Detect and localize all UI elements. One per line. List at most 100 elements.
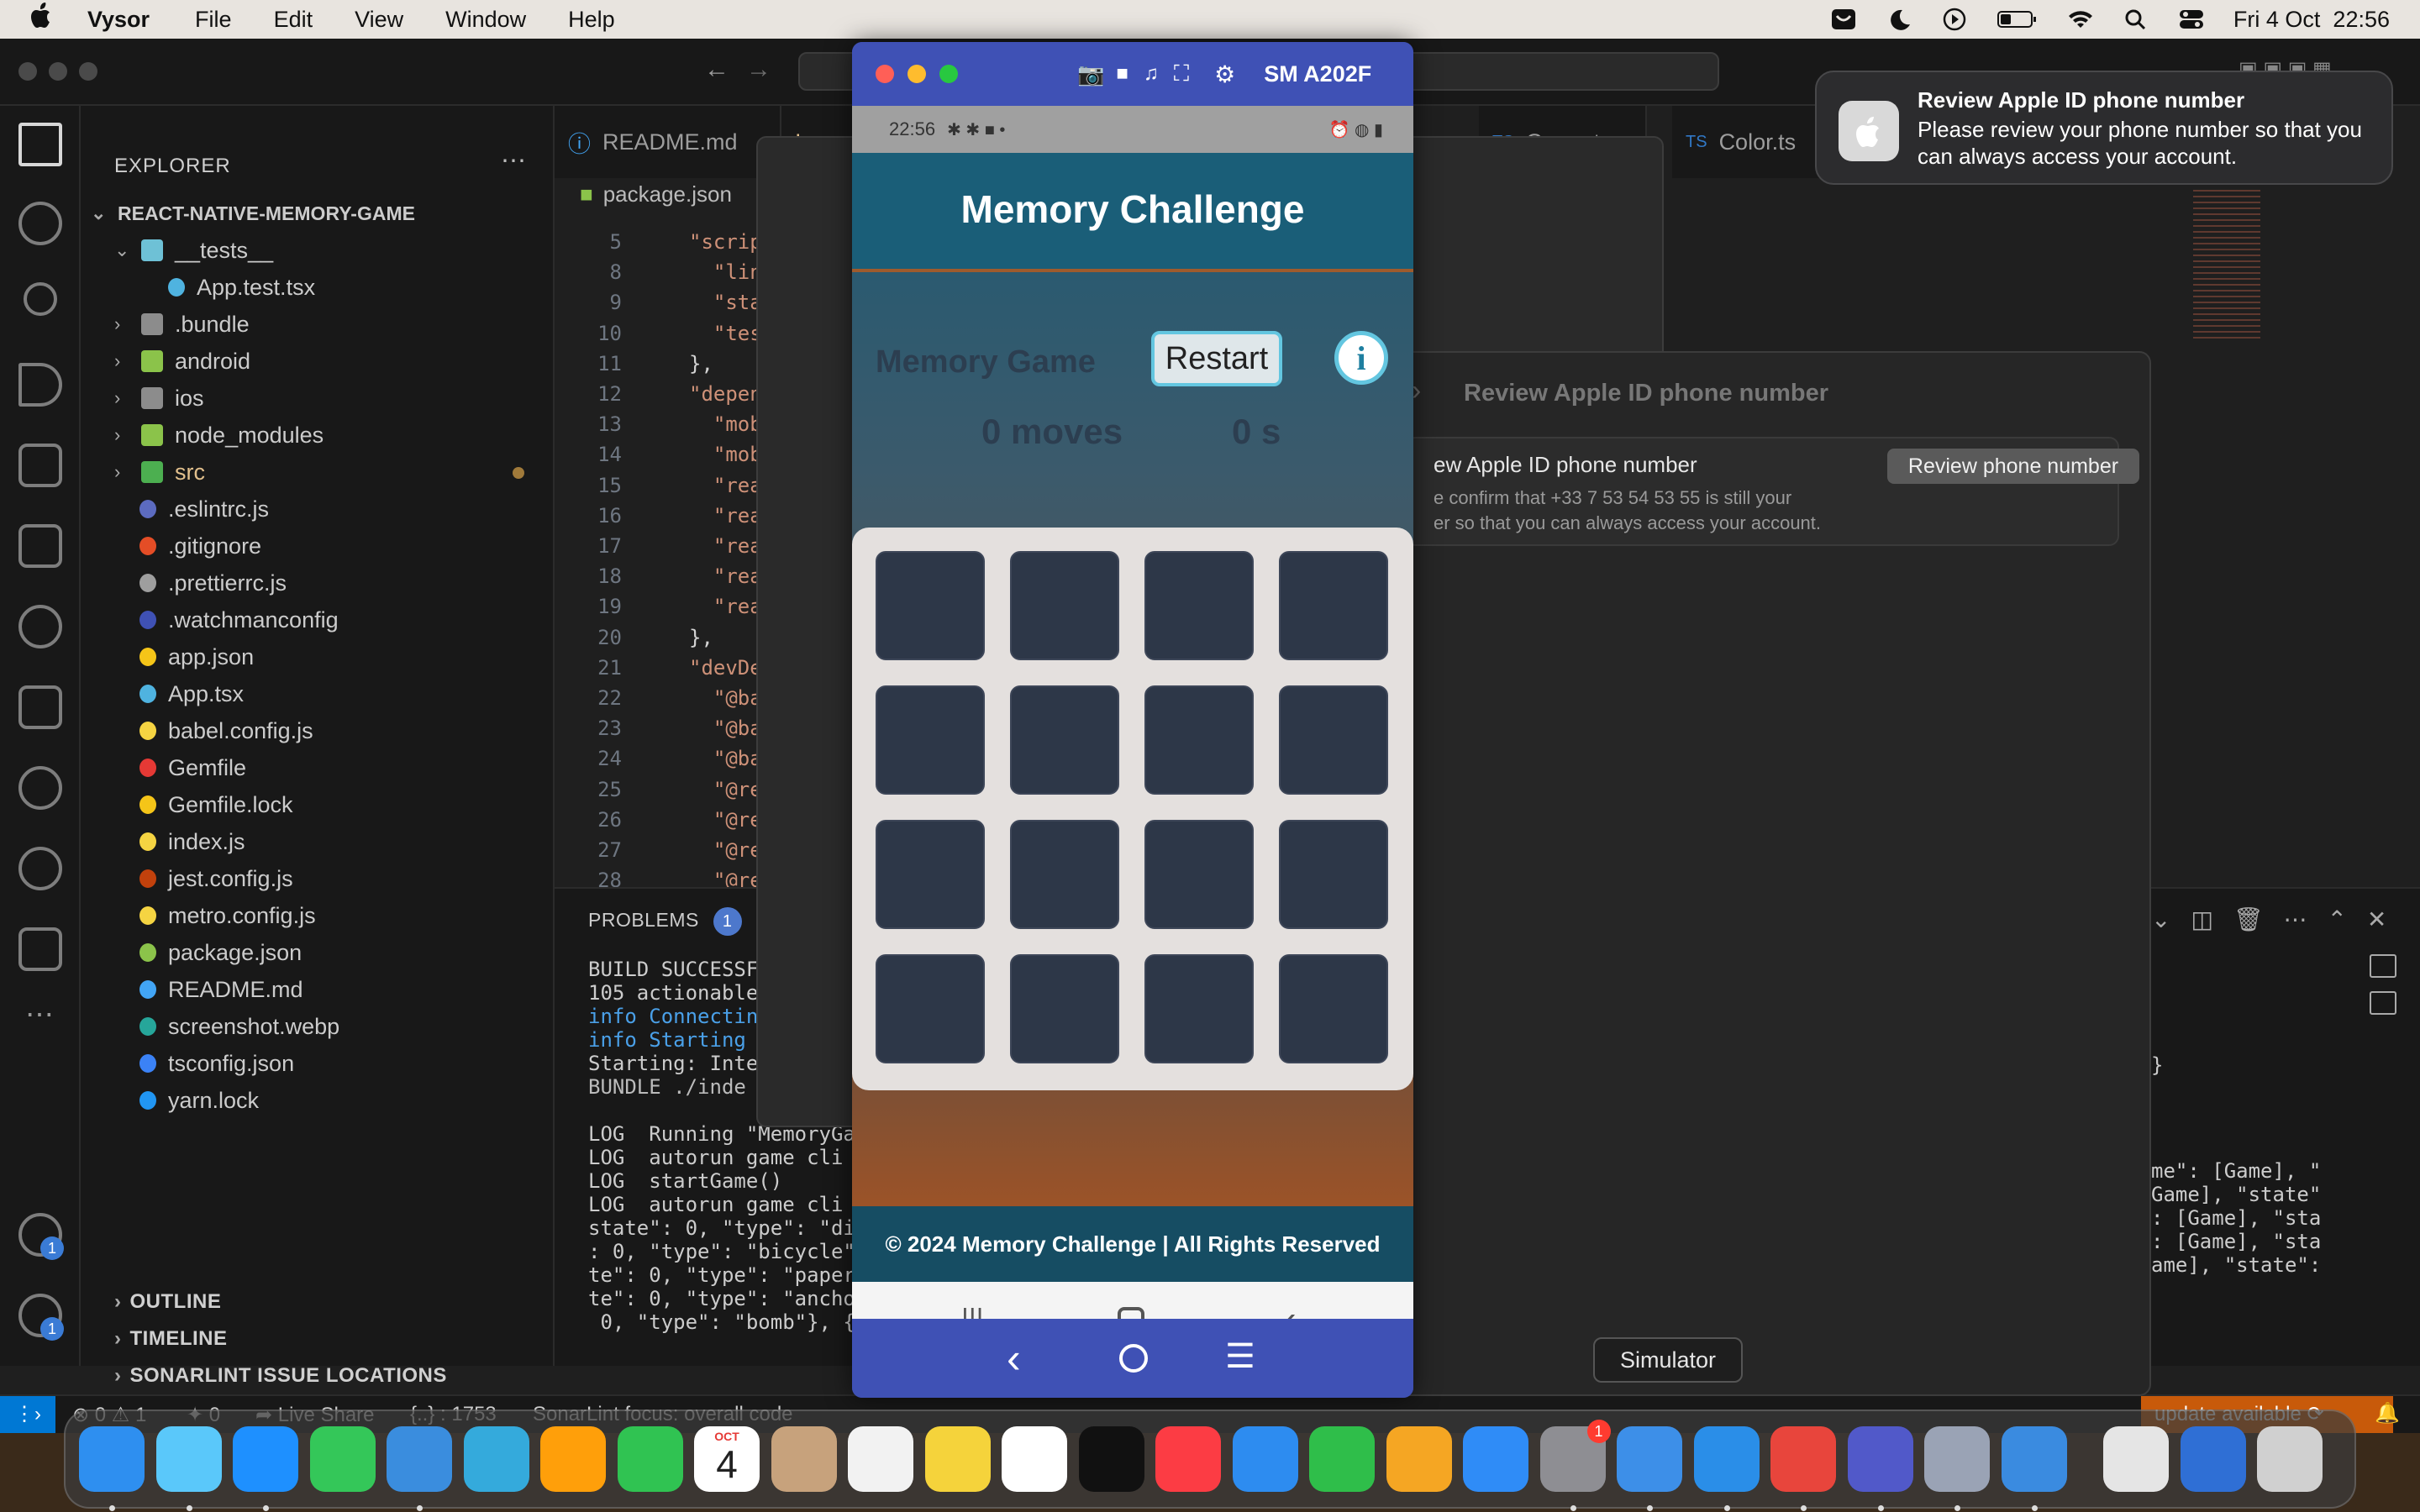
panel-actions[interactable]: ⌄◫🗑⋯⌃✕	[2151, 906, 2407, 933]
reminders-icon[interactable]	[848, 1426, 913, 1492]
info-button[interactable]: i	[1334, 331, 1388, 385]
code-line[interactable]: "@re	[689, 838, 762, 862]
code-line[interactable]: "@ba	[689, 717, 762, 740]
outline-section[interactable]: › OUTLINE	[114, 1290, 221, 1314]
photos-icon[interactable]	[540, 1426, 606, 1492]
chevron-right-icon[interactable]: ›	[114, 350, 131, 372]
tab-problems[interactable]: PROBLEMS 1	[588, 907, 742, 936]
sonarlint-icon[interactable]	[18, 847, 62, 890]
recent-apps-icon[interactable]: |||	[961, 1304, 984, 1319]
preview-icon[interactable]	[2103, 1426, 2169, 1492]
explorer-item[interactable]: App.tsx	[139, 675, 244, 712]
memory-card[interactable]	[1144, 551, 1254, 660]
files-icon[interactable]	[2180, 1426, 2246, 1492]
sonarlint-section[interactable]: › SONARLINT ISSUE LOCATIONS	[114, 1364, 447, 1388]
notifications-bell-icon[interactable]: 🔔	[2375, 1401, 2400, 1425]
explorer-item[interactable]: tsconfig.json	[139, 1045, 294, 1082]
menu-edit[interactable]: Edit	[274, 7, 313, 33]
keynote-icon[interactable]	[1232, 1426, 1298, 1492]
code-line[interactable]: "@re	[689, 778, 762, 801]
system-settings-icon[interactable]: 1	[1539, 1420, 1611, 1511]
explorer-item[interactable]: screenshot.webp	[139, 1008, 339, 1045]
remote-explorer-icon[interactable]	[18, 524, 62, 568]
source-control-icon[interactable]	[24, 282, 57, 316]
explorer-item[interactable]: .prettierrc.js	[139, 564, 287, 601]
window-close-button[interactable]	[18, 62, 37, 81]
extensions-icon[interactable]	[18, 444, 62, 487]
vysor-home-icon[interactable]	[1119, 1344, 1148, 1373]
memory-card[interactable]	[876, 954, 985, 1063]
launchpad-icon[interactable]	[155, 1426, 222, 1511]
explorer-item[interactable]: App.test.tsx	[168, 269, 315, 306]
vysor-back-icon[interactable]: ‹	[1007, 1334, 1021, 1383]
pages-icon[interactable]	[1386, 1426, 1452, 1492]
cube-extension-icon[interactable]	[18, 927, 62, 971]
control-center-icon[interactable]	[2178, 8, 2205, 31]
code-line[interactable]: "rea	[689, 534, 762, 558]
memory-card[interactable]	[876, 551, 985, 660]
code-line[interactable]: "scrip	[689, 230, 762, 254]
chrome-icon[interactable]	[1770, 1426, 1836, 1511]
memory-card[interactable]	[1279, 820, 1388, 929]
code-line[interactable]: },	[689, 352, 713, 375]
forward-arrow-icon[interactable]: →	[746, 55, 771, 84]
memory-card[interactable]	[1144, 685, 1254, 795]
window-zoom-button[interactable]	[79, 62, 97, 81]
explorer-item[interactable]: › src	[114, 454, 205, 491]
explorer-item[interactable]: package.json	[139, 934, 302, 971]
menu-view[interactable]: View	[355, 7, 403, 33]
code-line[interactable]: "rea	[689, 564, 762, 588]
notes-icon[interactable]	[924, 1426, 991, 1492]
app-store-icon[interactable]	[1463, 1426, 1528, 1492]
chevron-right-icon[interactable]: ›	[114, 461, 131, 483]
back-arrow-icon[interactable]: ←	[704, 55, 729, 84]
explorer-item[interactable]: › .bundle	[114, 306, 250, 343]
code-line[interactable]: "rea	[689, 474, 762, 497]
more-views-icon[interactable]: ⋯	[25, 998, 54, 1032]
trash-icon[interactable]	[2257, 1426, 2323, 1492]
remote-indicator[interactable]: ⋮›	[0, 1396, 55, 1433]
live-share-icon[interactable]	[18, 605, 62, 648]
memory-card[interactable]	[1144, 954, 1254, 1063]
terminal-list-icon[interactable]	[2370, 954, 2396, 978]
now-playing-icon[interactable]	[1941, 8, 1968, 31]
explorer-item[interactable]: .watchmanconfig	[139, 601, 339, 638]
spotlight-search-icon[interactable]	[2123, 8, 2149, 31]
apple-menu-icon[interactable]	[30, 3, 54, 36]
memory-card[interactable]	[1010, 820, 1119, 929]
explorer-item[interactable]: .eslintrc.js	[139, 491, 269, 528]
music-icon[interactable]	[1155, 1426, 1221, 1492]
safari-icon[interactable]	[233, 1426, 298, 1511]
menu-clock[interactable]: Fri 4 Oct 22:56	[2233, 7, 2390, 33]
audio-icon[interactable]: ♫	[1144, 62, 1159, 86]
chevron-right-icon[interactable]: ›	[114, 313, 131, 335]
back-icon[interactable]: ‹	[1284, 1299, 1297, 1319]
memory-card[interactable]	[1010, 551, 1119, 660]
explorer-item[interactable]: README.md	[139, 971, 303, 1008]
memory-card[interactable]	[1279, 685, 1388, 795]
code-line[interactable]: "mob	[689, 412, 762, 436]
vscode-icon[interactable]	[1693, 1426, 1760, 1511]
facetime-icon[interactable]	[617, 1426, 683, 1492]
review-phone-number-button[interactable]: Review phone number	[1887, 449, 2139, 484]
explorer-item[interactable]: ⌄ __tests__	[114, 232, 273, 269]
vysor-menu-icon[interactable]: ☰	[1225, 1337, 1255, 1376]
messages-icon[interactable]	[309, 1426, 376, 1492]
xcode-icon[interactable]	[2001, 1426, 2067, 1511]
code-line[interactable]: "rea	[689, 595, 762, 618]
code-line[interactable]: },	[689, 626, 713, 649]
window-minimize-button[interactable]	[49, 62, 67, 81]
fullscreen-icon[interactable]: ⛶	[1174, 60, 1189, 87]
explorer-item[interactable]: jest.config.js	[139, 860, 293, 897]
tv-icon[interactable]	[1078, 1426, 1144, 1492]
testing-icon[interactable]	[18, 685, 62, 729]
extension-icon[interactable]	[1830, 8, 1857, 31]
focus-moon-icon[interactable]	[1886, 8, 1912, 31]
record-icon[interactable]: ■	[1116, 62, 1128, 86]
explorer-item[interactable]: .gitignore	[139, 528, 261, 564]
home-icon[interactable]	[1118, 1307, 1144, 1319]
code-line[interactable]: "tes	[689, 322, 762, 345]
memory-card[interactable]	[876, 820, 985, 929]
explorer-files-icon[interactable]	[18, 123, 62, 166]
menu-help[interactable]: Help	[568, 7, 615, 33]
